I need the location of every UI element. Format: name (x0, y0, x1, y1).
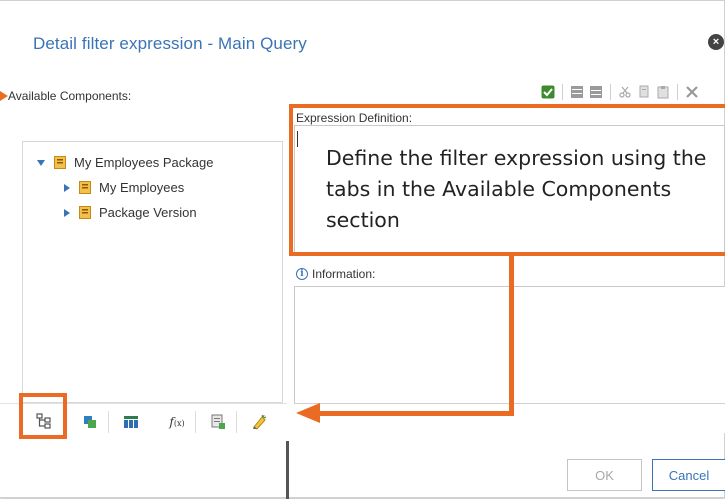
chevron-down-icon[interactable] (37, 159, 45, 166)
tab-history[interactable] (241, 407, 277, 437)
annotation-tab-highlight (19, 393, 67, 439)
tab-data-items[interactable] (72, 407, 108, 437)
package-icon (79, 206, 91, 219)
cut-icon[interactable] (617, 84, 633, 100)
validate-icon[interactable] (540, 84, 556, 100)
tab-query-items[interactable] (113, 407, 149, 437)
annotation-callout-text: Define the filter expression using the t… (326, 146, 707, 232)
package-icon (54, 156, 66, 169)
tab-functions[interactable]: f(x) (159, 407, 195, 437)
cancel-button[interactable]: Cancel (652, 459, 725, 491)
close-icon[interactable]: × (708, 34, 724, 50)
tree-item-my-employees[interactable]: My Employees (64, 180, 184, 195)
delete-icon[interactable] (684, 84, 700, 100)
parameters-icon (211, 414, 225, 429)
package-icon (79, 181, 91, 194)
chevron-right-icon[interactable] (64, 183, 70, 192)
toolbar-divider (610, 84, 611, 100)
tree-item-label: My Employees (99, 180, 185, 195)
tree-item-label: Package Version (99, 205, 197, 220)
insert-before-icon[interactable] (569, 84, 585, 100)
annotation-arrow-left (0, 91, 8, 101)
annotation-connector-horizontal (318, 411, 514, 416)
functions-icon: f(x) (169, 414, 185, 429)
expression-toolbar (540, 83, 700, 101)
dialog-title: Detail filter expression - Main Query (33, 34, 307, 53)
tab-divider (108, 410, 109, 433)
annotation-connector-vertical (509, 256, 514, 416)
query-items-icon (124, 415, 138, 428)
history-icon (253, 414, 267, 430)
available-components-label: Available Components: (8, 89, 132, 103)
dialog: Detail filter expression - Main Query × … (0, 0, 725, 499)
tree-item-package-version[interactable]: Package Version (64, 205, 197, 220)
info-icon: i (296, 268, 308, 280)
data-items-icon (84, 415, 96, 428)
tab-divider (236, 410, 237, 433)
tab-parameters[interactable] (200, 407, 236, 437)
copy-icon[interactable] (636, 84, 652, 100)
information-label-text: Information: (312, 267, 376, 281)
paste-icon[interactable] (655, 84, 671, 100)
ok-button[interactable]: OK (567, 459, 642, 491)
annotation-arrowhead (296, 403, 320, 423)
information-label: i Information: (296, 267, 375, 281)
toolbar-divider (677, 84, 678, 100)
chevron-right-icon[interactable] (64, 208, 70, 217)
pane-divider (286, 441, 289, 499)
insert-after-icon[interactable] (588, 84, 604, 100)
tree-item-label: My Employees Package (74, 155, 214, 170)
tab-divider (195, 410, 196, 433)
tree-item-my-employees-package[interactable]: My Employees Package (37, 155, 213, 170)
toolbar-divider (562, 84, 563, 100)
